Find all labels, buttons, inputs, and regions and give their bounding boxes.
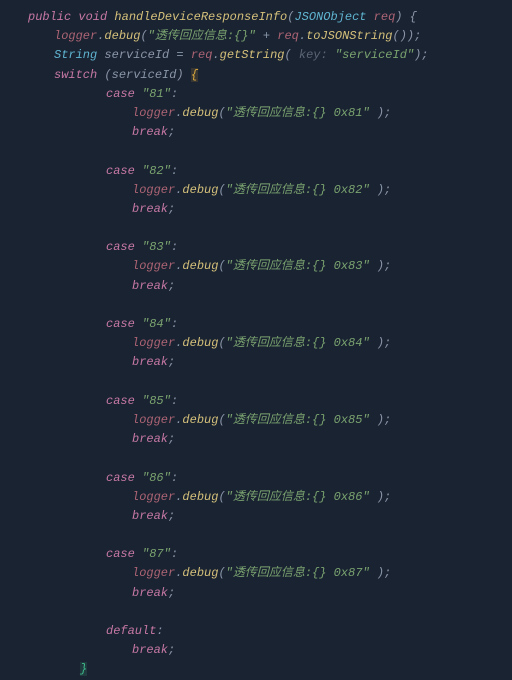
break-statement: break; — [12, 123, 500, 142]
case-label: case "87": — [12, 545, 500, 564]
code-editor[interactable]: public void handleDeviceResponseInfo(JSO… — [12, 8, 500, 680]
case-label: case "82": — [12, 162, 500, 181]
break-statement: break; — [12, 507, 500, 526]
blank-line — [12, 449, 500, 468]
blank-line — [12, 373, 500, 392]
blank-line — [12, 296, 500, 315]
case-logger-line: logger.debug("透传回应信息:{} 0x86" ); — [12, 488, 500, 507]
case-label: case "85": — [12, 392, 500, 411]
blank-line — [12, 142, 500, 161]
default-label: default: — [12, 622, 500, 641]
blank-line — [12, 603, 500, 622]
break-statement: break; — [12, 353, 500, 372]
break-statement: break; — [12, 430, 500, 449]
case-logger-line: logger.debug("透传回应信息:{} 0x83" ); — [12, 257, 500, 276]
case-logger-line: logger.debug("透传回应信息:{} 0x85" ); — [12, 411, 500, 430]
case-label: case "81": — [12, 85, 500, 104]
case-logger-line: logger.debug("透传回应信息:{} 0x81" ); — [12, 104, 500, 123]
break-statement: break; — [12, 584, 500, 603]
method-signature: public void handleDeviceResponseInfo(JSO… — [12, 8, 500, 27]
case-logger-line: logger.debug("透传回应信息:{} 0x82" ); — [12, 181, 500, 200]
break-statement: break; — [12, 641, 500, 660]
blank-line — [12, 219, 500, 238]
break-statement: break; — [12, 200, 500, 219]
break-statement: break; — [12, 277, 500, 296]
blank-line — [12, 526, 500, 545]
service-id-line: String serviceId = req.getString( key: "… — [12, 46, 500, 65]
case-logger-line: logger.debug("透传回应信息:{} 0x87" ); — [12, 564, 500, 583]
case-label: case "83": — [12, 238, 500, 257]
case-label: case "84": — [12, 315, 500, 334]
logger-debug-line: logger.debug("透传回应信息:{}" + req.toJSONStr… — [12, 27, 500, 46]
case-logger-line: logger.debug("透传回应信息:{} 0x84" ); — [12, 334, 500, 353]
switch-line: switch (serviceId) { — [12, 66, 500, 85]
case-label: case "86": — [12, 469, 500, 488]
switch-close-brace: } — [12, 660, 500, 679]
